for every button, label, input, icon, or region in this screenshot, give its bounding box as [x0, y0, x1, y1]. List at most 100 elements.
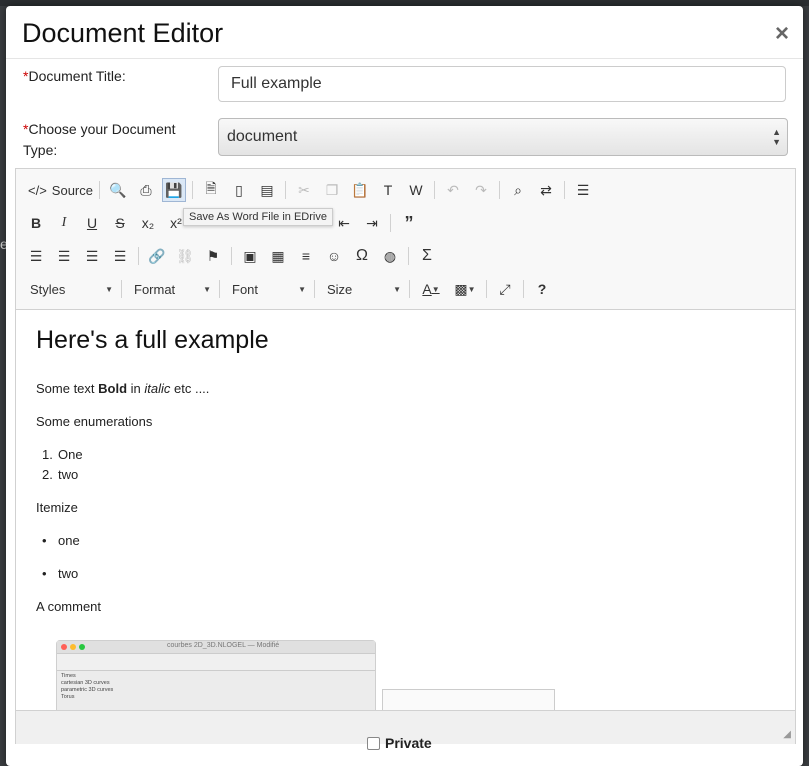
toolbar-separator: [219, 280, 220, 298]
bold-icon[interactable]: B: [24, 211, 48, 235]
align-center-icon[interactable]: ☰: [52, 244, 76, 268]
outdent-icon[interactable]: ⇤: [332, 211, 356, 235]
table-icon[interactable]: ▦: [266, 244, 290, 268]
rich-text-editor: </> Source 🔍 ⎙ 💾 🗎 ▯ ▤ ✂ ❐ 📋 T W ↶ ↷ ⌕ ⇄…: [15, 168, 796, 744]
blockquote-icon[interactable]: ”: [397, 211, 421, 235]
document-title-input[interactable]: Full example: [218, 66, 786, 102]
content-paragraph: Some text Bold in italic etc ....: [36, 381, 209, 396]
close-button[interactable]: ×: [775, 22, 789, 46]
toolbar-separator: [138, 247, 139, 265]
strike-icon[interactable]: S: [108, 211, 132, 235]
paste-word-icon[interactable]: W: [404, 178, 428, 202]
resize-handle-icon[interactable]: ◢: [783, 729, 791, 740]
copy-icon[interactable]: ❐: [320, 178, 344, 202]
toolbar-separator: [121, 280, 122, 298]
styles-label: Styles: [30, 281, 66, 297]
chevron-down-icon: ▼: [105, 284, 113, 294]
templates-icon[interactable]: ▤: [255, 178, 279, 202]
image-icon[interactable]: ▣: [238, 244, 262, 268]
horizontal-rule-icon[interactable]: ≡: [294, 244, 318, 268]
editor-content[interactable]: Here's a full example Some text Bold in …: [16, 310, 795, 710]
bold-text: Bold: [98, 381, 128, 396]
subscript-icon[interactable]: x₂: [136, 211, 160, 235]
toolbar-separator: [409, 280, 410, 298]
help-icon[interactable]: ?: [530, 277, 554, 301]
align-right-icon[interactable]: ☰: [80, 244, 104, 268]
size-dropdown[interactable]: Size ▼: [321, 277, 407, 301]
itemize-intro: Itemize: [36, 500, 78, 515]
new-page-icon[interactable]: 🗎: [199, 178, 223, 202]
embedded-sidebar-item: cartesian 3D curves: [61, 680, 110, 686]
chevron-down-icon: ▼: [393, 284, 401, 294]
anchor-icon[interactable]: ⚑: [201, 244, 225, 268]
font-dropdown[interactable]: Font ▼: [226, 277, 312, 301]
select-arrows-icon: ▲ ▼: [772, 127, 781, 147]
list-item-text: two: [58, 467, 79, 482]
toolbar-separator: [192, 181, 193, 199]
list-item-text: one: [58, 533, 80, 548]
underline-icon[interactable]: U: [80, 211, 104, 235]
comment-text: A comment: [36, 599, 102, 614]
toolbar-separator: [99, 181, 100, 199]
undo-icon[interactable]: ↶: [441, 178, 465, 202]
redo-icon[interactable]: ↷: [469, 178, 493, 202]
blank-page-icon[interactable]: ▯: [227, 178, 251, 202]
replace-icon[interactable]: ⇄: [534, 178, 558, 202]
smiley-icon[interactable]: ☺: [322, 244, 346, 268]
select-all-icon[interactable]: ☰: [571, 178, 595, 202]
toolbar-separator: [564, 181, 565, 199]
document-title-label-text: Document Title:: [28, 68, 126, 84]
format-label: Format: [134, 281, 176, 297]
preview-icon[interactable]: 🔍: [106, 178, 130, 202]
modal-title: Document Editor: [22, 18, 224, 48]
cut-icon[interactable]: ✂: [292, 178, 316, 202]
maximize-icon[interactable]: ⤢: [493, 277, 517, 301]
styles-dropdown[interactable]: Styles ▼: [24, 277, 119, 301]
private-option[interactable]: Private: [367, 735, 432, 751]
italic-icon[interactable]: I: [52, 211, 76, 235]
embedded-toolbar: [57, 654, 375, 671]
document-title-label: *Document Title:: [23, 66, 203, 87]
ordered-list-item: 2. two: [42, 467, 79, 482]
list-item-text: two: [58, 566, 79, 581]
document-editor-modal: Document Editor × *Document Title: Full …: [6, 6, 803, 766]
paste-text-icon[interactable]: T: [376, 178, 400, 202]
justify-icon[interactable]: ☰: [108, 244, 132, 268]
private-checkbox[interactable]: [367, 736, 380, 750]
toolbar-row-4: Styles ▼ Format ▼ Font ▼ Size ▼ A ▼ ▩ ▼ …: [24, 276, 558, 302]
toolbar-row-1: </> Source 🔍 ⎙ 💾 🗎 ▯ ▤ ✂ ❐ 📋 T W ↶ ↷ ⌕ ⇄…: [24, 177, 599, 203]
source-button[interactable]: </> Source: [24, 178, 97, 202]
format-dropdown[interactable]: Format ▼: [128, 277, 217, 301]
document-type-select[interactable]: document ▲ ▼: [218, 118, 788, 156]
embedded-sidebar: Times cartesian 3D curves parametric 3D …: [57, 671, 125, 703]
embedded-sidebar-item: Torus: [61, 694, 75, 700]
embedded-sidebar-item: parametric 3D curves: [61, 687, 114, 693]
list-item-text: One: [58, 447, 83, 462]
document-type-label-text: Choose your Document Type:: [23, 121, 176, 158]
save-as-word-icon[interactable]: 💾: [162, 178, 186, 202]
unlink-icon[interactable]: ⛓: [173, 244, 197, 268]
omega-icon[interactable]: Ω: [350, 244, 374, 268]
content-heading: Here's a full example: [36, 326, 269, 354]
document-type-value: document: [227, 128, 298, 145]
paste-icon[interactable]: 📋: [348, 178, 372, 202]
background-color-icon[interactable]: ▩ ▼: [450, 277, 480, 301]
font-label: Font: [232, 281, 259, 297]
indent-icon[interactable]: ⇥: [360, 211, 384, 235]
text-color-icon[interactable]: A ▼: [416, 277, 446, 301]
enumerations-intro: Some enumerations: [36, 414, 153, 429]
find-icon[interactable]: ⌕: [506, 178, 530, 202]
align-left-icon[interactable]: ☰: [24, 244, 48, 268]
modal-header: Document Editor ×: [6, 6, 803, 59]
iframe-icon[interactable]: ◍: [378, 244, 402, 268]
unordered-list-item: • two: [42, 566, 79, 581]
text-run: in: [127, 381, 145, 396]
print-icon[interactable]: ⎙: [134, 178, 158, 202]
link-icon[interactable]: 🔗: [145, 244, 169, 268]
document-type-label: *Choose your Document Type:: [23, 119, 203, 161]
size-label: Size: [327, 281, 353, 297]
close-dot-icon: [61, 644, 67, 650]
toolbar-row-3: ☰ ☰ ☰ ☰ 🔗 ⛓ ⚑ ▣ ▦ ≡ ☺ Ω ◍ Σ: [24, 243, 443, 269]
toolbar-separator: [499, 181, 500, 199]
sigma-icon[interactable]: Σ: [415, 244, 439, 268]
